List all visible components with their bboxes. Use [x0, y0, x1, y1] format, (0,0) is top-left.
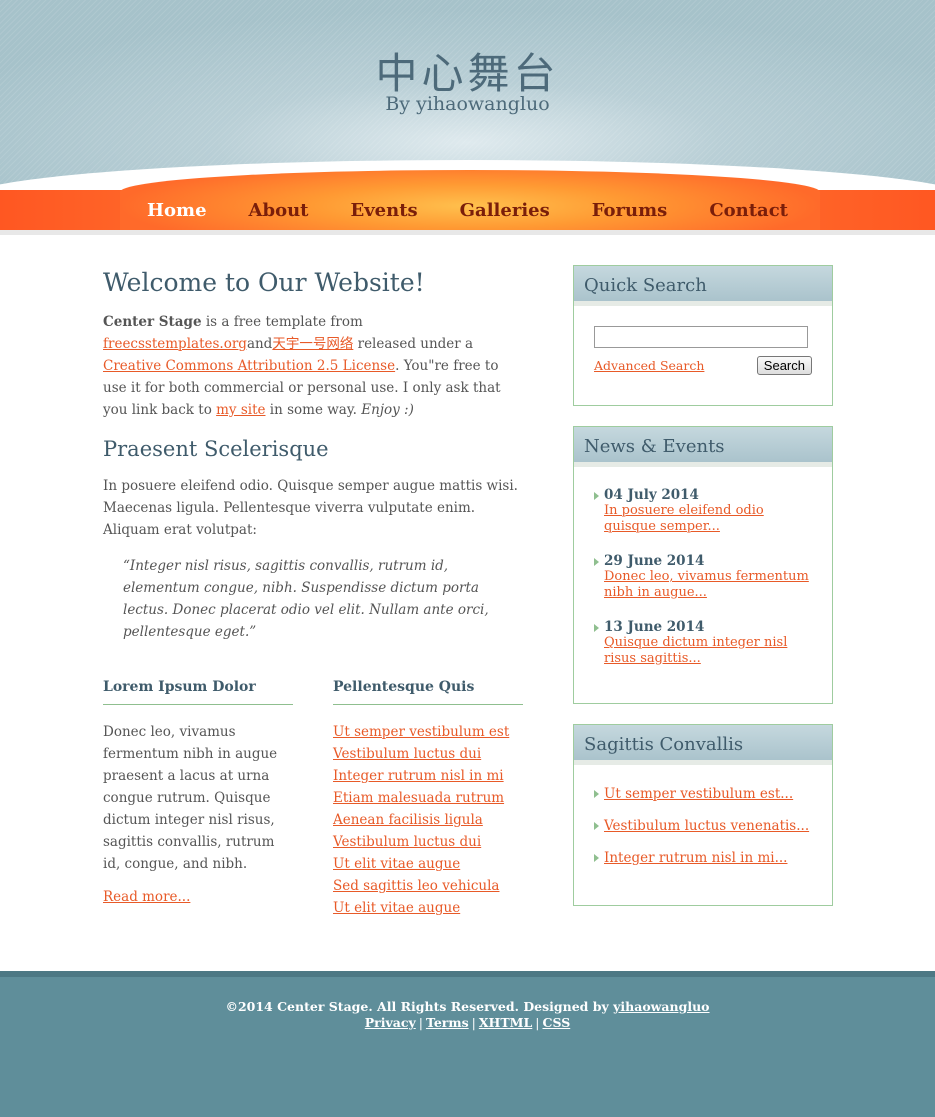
list-link[interactable]: Ut semper vestibulum est	[333, 724, 509, 740]
intro-text: in some way.	[265, 402, 362, 418]
xhtml-link[interactable]: XHTML	[479, 1015, 532, 1030]
box-body: Ut semper vestibulum est... Vestibulum l…	[574, 765, 832, 901]
list-link[interactable]: Vestibulum luctus dui	[333, 746, 481, 762]
news-date: 29 June 2014	[604, 553, 705, 569]
main-content: Welcome to Our Website! Center Stage is …	[103, 268, 523, 919]
list-link[interactable]: Ut elit vitae augue	[333, 856, 460, 872]
terms-link[interactable]: Terms	[426, 1015, 469, 1030]
link-license[interactable]: Creative Commons Attribution 2.5 License	[103, 358, 395, 374]
link-list: Ut semper vestibulum est Vestibulum luct…	[333, 721, 523, 919]
two-columns: Lorem Ipsum Dolor Donec leo, vivamus fer…	[103, 679, 523, 919]
box-title: Quick Search	[574, 266, 832, 306]
separator: |	[418, 1015, 423, 1030]
section-paragraph: In posuere eleifend odio. Quisque semper…	[103, 478, 518, 538]
main-nav: Home About Events Galleries Forums Conta…	[0, 190, 935, 230]
nav-divider	[0, 230, 935, 235]
list-link[interactable]: Etiam malesuada rutrum	[333, 790, 504, 806]
list-item: Integer rutrum nisl in mi...	[594, 849, 812, 867]
css-link[interactable]: CSS	[543, 1015, 571, 1030]
news-item: 13 June 2014 Quisque dictum integer nisl…	[594, 619, 812, 667]
list-item: Integer rutrum nisl in mi	[333, 765, 523, 787]
nav-about[interactable]: About	[228, 200, 330, 221]
nav-events[interactable]: Events	[330, 200, 439, 221]
separator: |	[535, 1015, 540, 1030]
copyright-text: ©2014 Center Stage. All Rights Reserved.…	[225, 999, 614, 1014]
copyright: ©2014 Center Stage. All Rights Reserved.…	[0, 999, 935, 1014]
box-body: Advanced Search Search	[574, 306, 832, 395]
search-button[interactable]: Search	[756, 356, 812, 375]
list-item: Vestibulum luctus venenatis...	[594, 817, 812, 835]
column-text: Donec leo, vivamus fermentum nibh in aug…	[103, 724, 278, 872]
page-title: Welcome to Our Website!	[103, 268, 425, 297]
intro-enjoy: Enjoy :)	[361, 402, 414, 418]
sidebar-link[interactable]: Integer rutrum nisl in mi...	[604, 850, 787, 866]
nav-galleries[interactable]: Galleries	[439, 200, 571, 221]
advanced-search-link[interactable]: Advanced Search	[594, 358, 704, 373]
news-events-box: News & Events 04 July 2014 In posuere el…	[573, 426, 833, 704]
intro-text: and	[246, 336, 273, 352]
list-item: Vestibulum luctus dui	[333, 831, 523, 853]
intro-paragraph: Center Stage is a free template from fre…	[103, 311, 523, 421]
sidebar-link[interactable]: Vestibulum luctus venenatis...	[604, 818, 809, 834]
site-subtitle: By yihaowangluo	[385, 93, 550, 115]
link-freecsstemplates[interactable]: freecsstemplates.org	[103, 336, 247, 352]
box-title: News & Events	[574, 427, 832, 467]
quick-search-box: Quick Search Advanced Search Search	[573, 265, 833, 406]
nav-contact[interactable]: Contact	[688, 200, 809, 221]
footer-links: Privacy | Terms | XHTML | CSS	[0, 1015, 935, 1030]
news-item: 29 June 2014 Donec leo, vivamus fermentu…	[594, 553, 812, 601]
news-link[interactable]: In posuere eleifend odio quisque semper.…	[604, 503, 764, 534]
nav-forums[interactable]: Forums	[571, 200, 689, 221]
search-row: Advanced Search Search	[594, 356, 812, 375]
separator: |	[471, 1015, 476, 1030]
news-date: 04 July 2014	[604, 487, 699, 503]
news-item: 04 July 2014 In posuere eleifend odio qu…	[594, 487, 812, 535]
search-input[interactable]	[594, 326, 808, 348]
list-link[interactable]: Aenean facilisis ligula	[333, 812, 483, 828]
site-footer: ©2014 Center Stage. All Rights Reserved.…	[0, 971, 935, 1117]
box-title: Sagittis Convallis	[574, 725, 832, 765]
list-item: Aenean facilisis ligula	[333, 809, 523, 831]
list-link[interactable]: Ut elit vitae augue	[333, 900, 460, 916]
column-lorem: Lorem Ipsum Dolor Donec leo, vivamus fer…	[103, 679, 293, 919]
quote: “Integer nisl risus, sagittis convallis,…	[123, 558, 489, 640]
site-header: 中心舞台 By yihaowangluo	[0, 0, 935, 190]
news-link[interactable]: Quisque dictum integer nisl risus sagitt…	[604, 635, 787, 666]
list-item: Etiam malesuada rutrum	[333, 787, 523, 809]
section-heading: Praesent Scelerisque	[103, 437, 329, 461]
news-link[interactable]: Donec leo, vivamus fermentum nibh in aug…	[604, 569, 809, 600]
list-item: Sed sagittis leo vehicula	[333, 875, 523, 897]
privacy-link[interactable]: Privacy	[365, 1015, 416, 1030]
nav-home[interactable]: Home	[126, 200, 228, 221]
list-link[interactable]: Integer rutrum nisl in mi	[333, 768, 504, 784]
link-tianyu[interactable]: 天宇一号网络	[272, 336, 353, 352]
site-title: 中心舞台	[375, 49, 560, 98]
list-link[interactable]: Vestibulum luctus dui	[333, 834, 481, 850]
intro-text: is a free template from	[201, 314, 363, 330]
read-more-link[interactable]: Read more...	[103, 889, 190, 905]
sidebar-link[interactable]: Ut semper vestibulum est...	[604, 786, 793, 802]
intro-bold: Center Stage	[103, 314, 202, 330]
column-heading: Lorem Ipsum Dolor	[103, 679, 293, 705]
link-my-site[interactable]: my site	[216, 402, 265, 418]
sagittis-box: Sagittis Convallis Ut semper vestibulum …	[573, 724, 833, 906]
list-item: Ut semper vestibulum est	[333, 721, 523, 743]
news-date: 13 June 2014	[604, 619, 705, 635]
column-heading: Pellentesque Quis	[333, 679, 523, 705]
box-body: 04 July 2014 In posuere eleifend odio qu…	[574, 467, 832, 705]
column-pellentesque: Pellentesque Quis Ut semper vestibulum e…	[333, 679, 523, 919]
list-item: Ut elit vitae augue	[333, 853, 523, 875]
list-item: Vestibulum luctus dui	[333, 743, 523, 765]
list-link[interactable]: Sed sagittis leo vehicula	[333, 878, 499, 894]
intro-text: released under a	[353, 336, 474, 352]
list-item: Ut semper vestibulum est...	[594, 785, 812, 803]
list-item: Ut elit vitae augue	[333, 897, 523, 919]
designer-link[interactable]: yihaowangluo	[613, 999, 709, 1014]
